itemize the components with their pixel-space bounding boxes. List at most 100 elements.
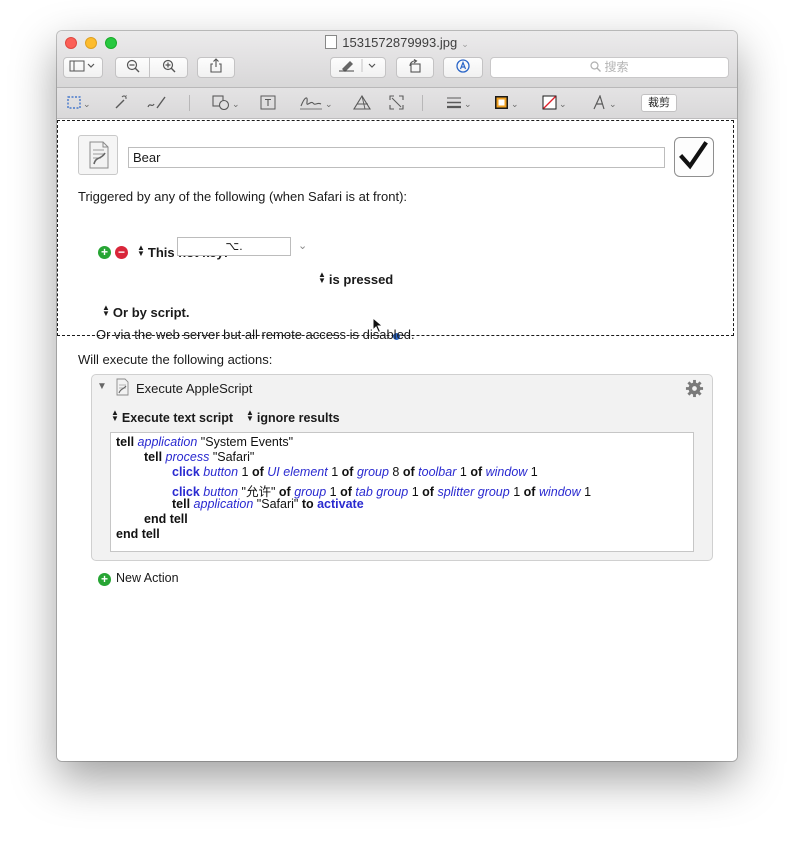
fill-color-tool[interactable]: ⌄ bbox=[542, 94, 567, 112]
sketch-icon bbox=[147, 96, 166, 109]
disclosure-triangle-icon[interactable]: ▼ bbox=[97, 381, 107, 392]
line-weight-icon bbox=[447, 97, 461, 109]
up-down-icon: ▲ ▼ bbox=[246, 408, 254, 423]
share-icon bbox=[210, 58, 222, 73]
up-down-icon: ▲ ▼ bbox=[111, 408, 119, 423]
text-box-icon bbox=[260, 95, 276, 110]
pen-circle-icon bbox=[456, 59, 470, 73]
sketch-tool[interactable] bbox=[146, 94, 168, 112]
script-line: tell application "Safari" to activate bbox=[172, 497, 364, 511]
adjust-size-tool[interactable] bbox=[389, 94, 404, 112]
window-title-text: 1531572879993.jpg bbox=[342, 35, 458, 50]
search-icon bbox=[590, 61, 602, 72]
chevron-down-icon: ⌄ bbox=[83, 99, 91, 109]
zoom-out-button[interactable] bbox=[115, 57, 150, 78]
shape-style-tool[interactable]: ⌄ bbox=[446, 94, 472, 112]
new-action-button[interactable]: New Action bbox=[116, 571, 179, 585]
zoom-in-button[interactable] bbox=[149, 57, 188, 78]
text-tool[interactable] bbox=[260, 94, 276, 112]
action-title: Execute AppleScript bbox=[136, 381, 253, 396]
hot-key-state-label: is pressed bbox=[328, 272, 394, 287]
trigger-heading: Triggered by any of the following (when … bbox=[78, 189, 408, 204]
applescript-icon bbox=[116, 378, 129, 396]
font-icon bbox=[593, 94, 605, 110]
results-mode-popup[interactable]: ▲ ▼ ignore results bbox=[246, 408, 340, 426]
remove-trigger-button[interactable]: − bbox=[115, 246, 128, 259]
or-by-script-popup[interactable]: ▲ ▼ Or by script. bbox=[102, 303, 190, 321]
plus-icon: + bbox=[100, 572, 108, 586]
script-line: tell application "System Events" bbox=[116, 435, 294, 449]
script-line: end tell bbox=[116, 527, 160, 541]
chevron-down-icon: ⌄ bbox=[559, 99, 567, 109]
chevron-down-icon: ⌄ bbox=[325, 99, 333, 109]
crop-button[interactable]: 裁剪 bbox=[641, 94, 677, 112]
document-icon bbox=[325, 35, 338, 49]
shapes-icon bbox=[212, 95, 230, 111]
title-bar: 1531572879993.jpg ⌄ 搜索 bbox=[57, 31, 737, 88]
chevron-down-icon: ⌄ bbox=[464, 99, 472, 109]
search-input[interactable]: 搜索 bbox=[490, 57, 729, 78]
web-server-note: Or via the web server but all remote acc… bbox=[96, 327, 415, 342]
instant-alpha-tool[interactable] bbox=[113, 94, 129, 112]
script-line: tell process "Safari" bbox=[144, 450, 255, 464]
script-line: end tell bbox=[144, 512, 188, 526]
chevron-down-icon: ⌄ bbox=[609, 99, 617, 109]
hot-key-field[interactable]: ⌥. bbox=[177, 237, 291, 256]
border-color-icon bbox=[495, 96, 508, 109]
hot-key-state-popup[interactable]: ▲ ▼ is pressed bbox=[318, 270, 394, 288]
actions-heading: Will execute the following actions: bbox=[78, 352, 273, 367]
resize-icon bbox=[389, 95, 404, 110]
sidebar-icon bbox=[69, 60, 95, 72]
markup-toolbar: ⌄ ⌄ ⌄ ⌄ ⌄ ⌄ ⌄ 裁剪 bbox=[57, 88, 737, 119]
image-content[interactable]: Bear Triggered by any of the following (… bbox=[57, 119, 737, 761]
add-trigger-button[interactable]: + bbox=[98, 246, 111, 259]
rect-selection-tool[interactable]: ⌄ bbox=[67, 94, 91, 112]
magic-wand-icon bbox=[115, 95, 127, 109]
minus-icon: − bbox=[117, 245, 125, 259]
chevron-down-icon: ⌄ bbox=[461, 39, 469, 49]
search-placeholder: 搜索 bbox=[604, 60, 629, 74]
border-color-tool[interactable]: ⌄ bbox=[494, 94, 519, 112]
macro-icon[interactable] bbox=[78, 135, 118, 175]
chevron-down-icon: ⌄ bbox=[232, 99, 240, 109]
preview-window: 1531572879993.jpg ⌄ 搜索 ⌄ ⌄ ⌄ ⌄ ⌄ ⌄ ⌄ 裁剪 … bbox=[57, 31, 737, 761]
highlighter-icon bbox=[339, 59, 376, 72]
up-down-icon: ▲ ▼ bbox=[102, 303, 110, 318]
fill-none-icon bbox=[542, 95, 557, 110]
script-line: click button 1 of UI element 1 of group … bbox=[172, 465, 538, 479]
prism-icon bbox=[353, 94, 371, 110]
macro-name-input[interactable]: Bear bbox=[128, 147, 665, 168]
or-by-script-label: Or by script. bbox=[112, 305, 190, 320]
applescript-editor[interactable]: tell application "System Events" tell pr… bbox=[110, 432, 694, 552]
toolbar-divider bbox=[422, 95, 423, 111]
rect-selection-icon bbox=[67, 96, 81, 109]
sidebar-toggle-button[interactable] bbox=[63, 57, 103, 78]
text-style-tool[interactable]: ⌄ bbox=[592, 94, 617, 112]
up-down-icon: ▲ ▼ bbox=[137, 243, 145, 258]
results-mode-label: ignore results bbox=[256, 411, 340, 425]
signature-tool[interactable]: ⌄ bbox=[299, 94, 333, 112]
script-mode-popup[interactable]: ▲ ▼ Execute text script bbox=[111, 408, 234, 426]
markup-toggle-button[interactable] bbox=[330, 57, 386, 78]
checkmark-icon bbox=[679, 141, 708, 170]
zoom-in-icon bbox=[162, 59, 175, 73]
new-action-add-icon[interactable]: + bbox=[98, 573, 111, 586]
hot-key-chevron-icon[interactable]: ⌄ bbox=[298, 239, 307, 252]
execute-applescript-action[interactable]: ▼ Execute AppleScript ▲ ▼ Execute text scr… bbox=[91, 374, 713, 561]
toolbar-divider bbox=[189, 95, 190, 111]
script-mode-label: Execute text script bbox=[121, 411, 234, 425]
up-down-icon: ▲ ▼ bbox=[318, 270, 326, 285]
shapes-tool[interactable]: ⌄ bbox=[212, 94, 240, 112]
window-title[interactable]: 1531572879993.jpg ⌄ bbox=[57, 35, 737, 50]
rotate-button[interactable] bbox=[396, 57, 434, 78]
gear-icon[interactable] bbox=[685, 379, 704, 398]
rotate-icon bbox=[409, 59, 421, 73]
annotate-button[interactable] bbox=[443, 57, 483, 78]
share-button[interactable] bbox=[197, 57, 235, 78]
adjust-color-tool[interactable] bbox=[353, 94, 371, 112]
script-document-icon bbox=[89, 141, 109, 169]
macro-enabled-checkbox[interactable] bbox=[674, 137, 714, 177]
plus-icon: + bbox=[100, 245, 108, 259]
zoom-out-icon bbox=[126, 59, 139, 73]
chevron-down-icon: ⌄ bbox=[511, 99, 519, 109]
